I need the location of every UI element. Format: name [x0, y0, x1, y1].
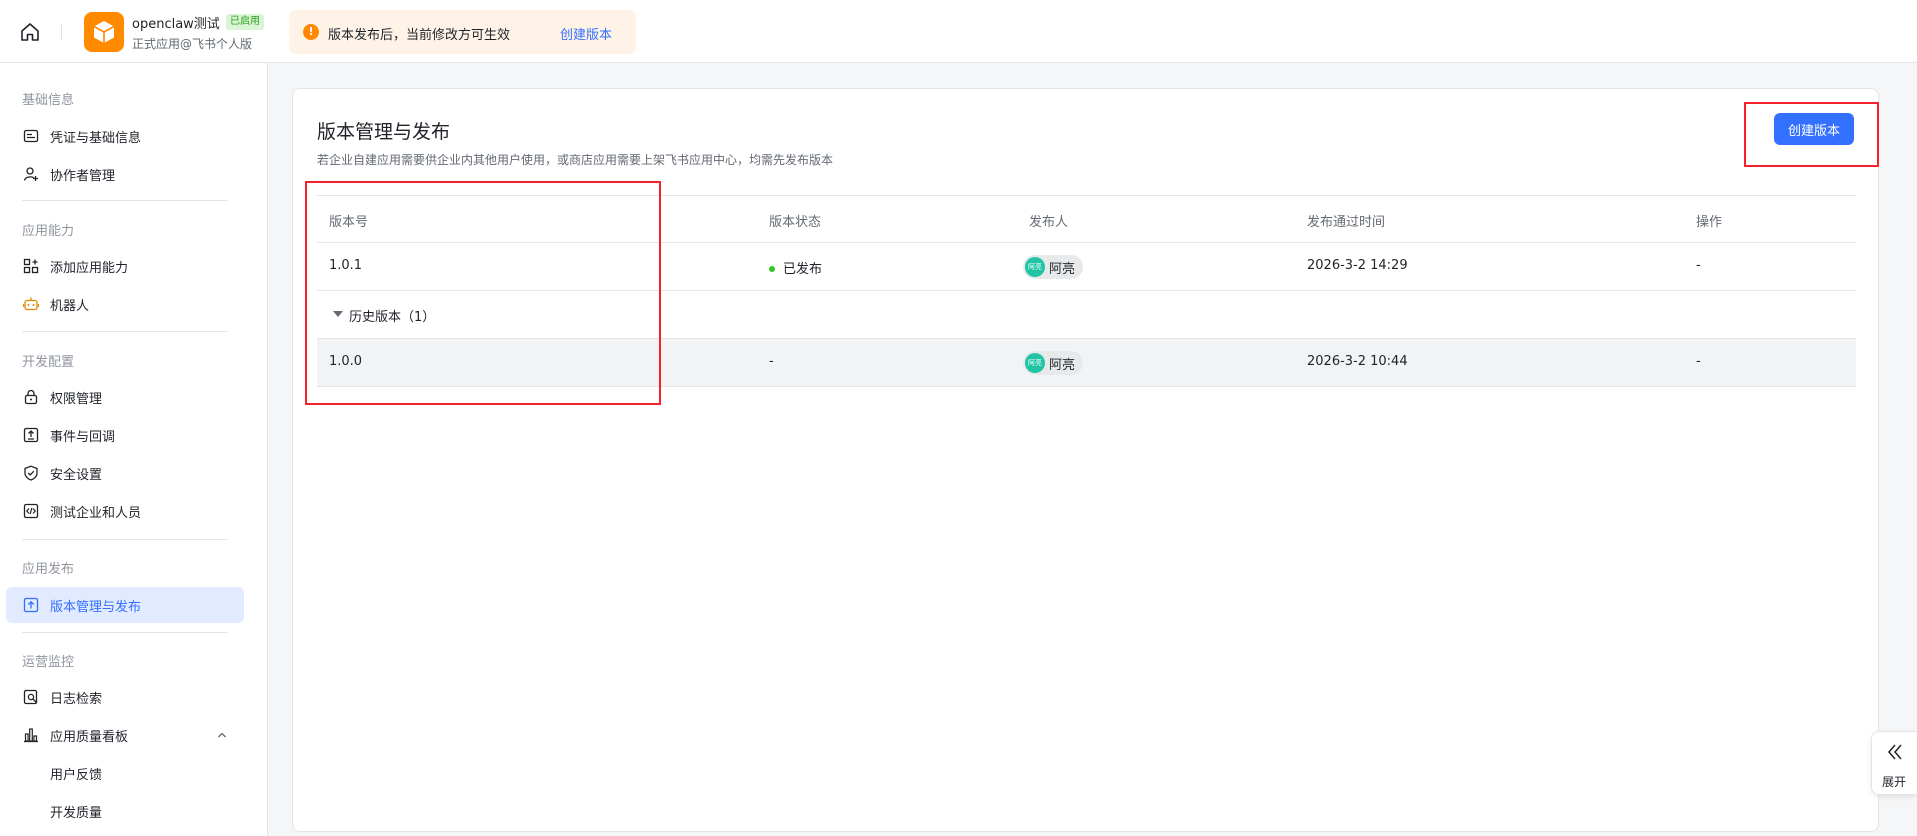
divider — [22, 632, 228, 633]
table-row: 1.0.0 - 阿亮 阿亮 2026-3-2 10:44 - — [317, 339, 1856, 387]
sidebar-item-version-management[interactable]: 版本管理与发布 — [6, 587, 244, 623]
divider — [22, 539, 228, 540]
user-add-icon — [23, 166, 39, 182]
column-header-time: 发布通过时间 — [1307, 215, 1386, 230]
app-status-badge: 已启用 — [226, 14, 264, 30]
sidebar-item-label: 安全设置 — [50, 468, 103, 483]
sidebar-item-quality-dashboard[interactable]: 应用质量看板 — [6, 717, 244, 753]
version-number: 1.0.1 — [329, 258, 363, 273]
status-text: 已发布 — [783, 262, 823, 277]
page-description: 若企业自建应用需要供企业内其他用户使用，或商店应用需要上架飞书应用中心，均需先发… — [317, 153, 834, 167]
notice-create-version-link[interactable]: 创建版本 — [560, 24, 612, 43]
divider — [22, 331, 228, 332]
action-cell: - — [1696, 258, 1701, 273]
table-header: 版本号 版本状态 发布人 发布通过时间 操作 — [317, 195, 1856, 243]
double-chevron-left-icon — [1888, 744, 1902, 760]
create-version-button[interactable]: 创建版本 — [1774, 113, 1854, 145]
app-name: openclaw测试 — [132, 17, 220, 32]
home-icon[interactable] — [18, 20, 42, 44]
log-search-icon — [23, 689, 39, 705]
page-title: 版本管理与发布 — [317, 121, 451, 143]
history-toggle-row[interactable]: 历史版本（1） — [317, 291, 1856, 339]
sidebar-item-permissions[interactable]: 权限管理 — [6, 379, 244, 415]
sidebar-item-label: 应用质量看板 — [50, 730, 129, 745]
publisher-chip[interactable]: 阿亮 阿亮 — [1023, 351, 1084, 375]
expand-panel-button[interactable]: 展开 — [1871, 731, 1917, 795]
sidebar-item-label: 日志检索 — [50, 692, 103, 707]
avatar: 阿亮 — [1025, 257, 1045, 277]
warning-icon: ! — [303, 24, 319, 40]
publisher-name: 阿亮 — [1049, 261, 1076, 277]
sidebar-item-events[interactable]: 事件与回调 — [6, 417, 244, 453]
publish-time: 2026-3-2 14:29 — [1307, 258, 1408, 273]
version-management-card: 版本管理与发布 若企业自建应用需要供企业内其他用户使用，或商店应用需要上架飞书应… — [292, 88, 1879, 832]
version-status: 已发布 — [769, 258, 822, 277]
credential-icon — [23, 128, 39, 144]
sidebar-item-test-enterprise[interactable]: 测试企业和人员 — [6, 493, 244, 529]
event-icon — [23, 427, 39, 443]
caret-down-icon[interactable] — [333, 311, 343, 317]
publisher-chip[interactable]: 阿亮 阿亮 — [1023, 255, 1084, 279]
notice-text: 版本发布后，当前修改方可生效 — [328, 28, 511, 43]
top-bar: openclaw测试 已启用 正式应用@飞书个人版 ! 版本发布后，当前修改方可… — [0, 0, 1917, 63]
expand-label: 展开 — [1882, 775, 1907, 789]
column-header-publisher: 发布人 — [1029, 215, 1069, 230]
version-status: - — [769, 354, 774, 369]
sidebar-item-label: 权限管理 — [50, 392, 103, 407]
sidebar-item-user-feedback[interactable]: 用户反馈 — [6, 755, 244, 791]
column-header-status: 版本状态 — [769, 215, 822, 230]
avatar: 阿亮 — [1025, 353, 1045, 373]
lock-icon — [23, 389, 39, 405]
sidebar-item-label: 测试企业和人员 — [50, 506, 142, 521]
sidebar-group-operations: 运营监控 — [22, 655, 75, 670]
publish-time: 2026-3-2 10:44 — [1307, 354, 1408, 369]
column-header-action: 操作 — [1696, 215, 1723, 230]
chevron-up-icon[interactable] — [216, 729, 228, 741]
upload-icon — [23, 597, 39, 613]
app-logo — [84, 12, 124, 52]
code-icon — [23, 503, 39, 519]
sidebar-item-collaborators[interactable]: 协作者管理 — [6, 156, 244, 192]
sidebar-item-label: 用户反馈 — [50, 768, 103, 783]
divider — [22, 200, 228, 201]
action-cell: - — [1696, 354, 1701, 369]
version-table: 版本号 版本状态 发布人 发布通过时间 操作 1.0.1 已发布 阿亮 阿亮 20… — [317, 195, 1856, 387]
sidebar-item-label: 版本管理与发布 — [50, 600, 142, 615]
sidebar-item-label: 开发质量 — [50, 806, 103, 821]
sidebar-item-label: 事件与回调 — [50, 430, 116, 445]
sidebar-item-label: 凭证与基础信息 — [50, 131, 142, 146]
sidebar-item-label: 协作者管理 — [50, 169, 116, 184]
sidebar-group-dev-config: 开发配置 — [22, 355, 75, 370]
column-header-version: 版本号 — [329, 215, 369, 230]
sidebar-item-credentials[interactable]: 凭证与基础信息 — [6, 118, 244, 154]
history-label[interactable]: 历史版本（1） — [349, 306, 435, 325]
sidebar-item-label: 机器人 — [50, 299, 90, 314]
sidebar-item-add-capability[interactable]: 添加应用能力 — [6, 248, 244, 284]
sidebar-item-dev-quality[interactable]: 开发质量 — [6, 793, 244, 829]
bar-chart-icon — [23, 727, 39, 743]
table-row: 1.0.1 已发布 阿亮 阿亮 2026-3-2 14:29 - — [317, 243, 1856, 291]
version-number: 1.0.0 — [329, 354, 363, 369]
sidebar-item-log-search[interactable]: 日志检索 — [6, 679, 244, 715]
status-dot-icon — [769, 265, 775, 272]
sidebar-item-label: 添加应用能力 — [50, 261, 129, 276]
shield-icon — [23, 465, 39, 481]
sidebar-item-security[interactable]: 安全设置 — [6, 455, 244, 491]
sidebar-group-capability: 应用能力 — [22, 224, 75, 239]
app-subtitle: 正式应用@飞书个人版 — [132, 37, 253, 51]
sidebar-item-robot[interactable]: 机器人 — [6, 286, 244, 322]
divider — [61, 24, 62, 40]
apps-add-icon — [23, 258, 39, 274]
sidebar-group-basic: 基础信息 — [22, 93, 75, 108]
sidebar: 基础信息 凭证与基础信息 协作者管理 应用能力 添加应用能力 机器人 开发配置 … — [0, 63, 268, 836]
sidebar-group-publish: 应用发布 — [22, 562, 75, 577]
publisher-name: 阿亮 — [1049, 357, 1076, 373]
robot-icon — [22, 296, 40, 312]
publish-notice: ! 版本发布后，当前修改方可生效 创建版本 — [289, 10, 636, 54]
